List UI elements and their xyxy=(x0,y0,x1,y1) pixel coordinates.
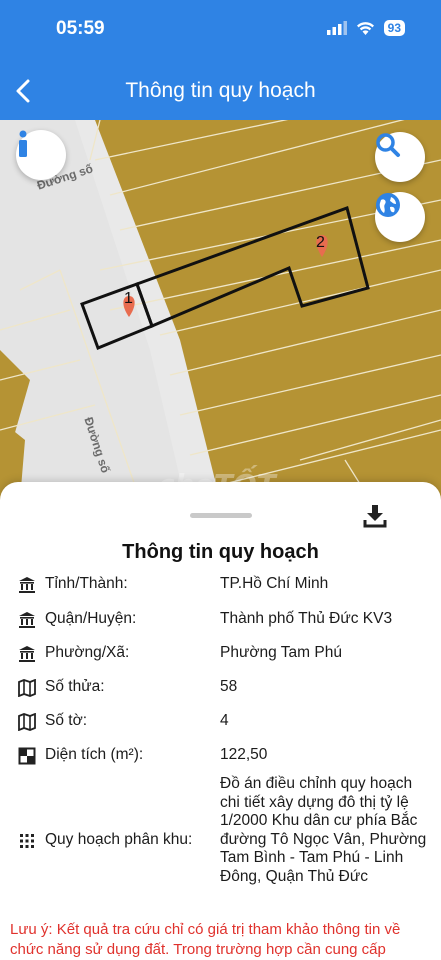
row-label: Quận/Huyện: xyxy=(45,610,137,627)
row-label: Diện tích (m²): xyxy=(45,746,144,763)
row-value: TP.Hồ Chí Minh xyxy=(220,575,329,592)
globe-icon xyxy=(376,193,400,217)
area-icon xyxy=(18,747,36,765)
signal-icon xyxy=(326,21,347,35)
info-button[interactable] xyxy=(16,130,66,180)
battery-badge: 93 xyxy=(383,20,405,36)
search-icon xyxy=(376,133,400,157)
app-header: 05:59 93 Thông tin quy hoạch xyxy=(0,0,441,120)
layers-button[interactable] xyxy=(375,192,425,242)
row-value: 122,50 xyxy=(220,746,268,763)
row-value: Phường Tam Phú xyxy=(220,644,342,661)
row-label: Quy hoạch phân khu: xyxy=(45,831,193,848)
sheet-handle[interactable] xyxy=(190,513,252,518)
status-icons: 93 xyxy=(326,20,405,36)
info-icon xyxy=(19,130,27,157)
row-label: Số thửa: xyxy=(45,678,105,695)
row-value: Đồ án điều chỉnh quy hoạch chi tiết xây … xyxy=(220,775,427,885)
wifi-icon xyxy=(356,22,374,35)
parcel-1-label: 1 xyxy=(124,290,133,307)
map-icon xyxy=(18,679,36,697)
map-icon xyxy=(18,713,36,731)
page-title: Thông tin quy hoạch xyxy=(125,79,316,102)
status-time: 05:59 xyxy=(56,18,105,39)
sheet-title: Thông tin quy hoạch xyxy=(122,541,319,563)
disclaimer-note: Lưu ý: Kết quả tra cứu chỉ có giá trị th… xyxy=(10,921,401,958)
row-label: Phường/Xã: xyxy=(45,644,130,661)
info-sheet: Thông tin quy hoạch Tỉnh/Thành: TP.Hồ Ch… xyxy=(0,482,441,960)
row-value: 58 xyxy=(220,678,238,695)
row-value: Thành phố Thủ Đức KV3 xyxy=(220,610,393,627)
planning-map[interactable]: 1 2 Đường số Đường số xyxy=(0,120,441,500)
search-button[interactable] xyxy=(375,132,425,182)
parcel-2-label: 2 xyxy=(316,234,325,251)
row-label: Tỉnh/Thành: xyxy=(45,575,128,592)
download-icon[interactable] xyxy=(363,503,387,529)
row-value: 4 xyxy=(220,712,229,729)
row-label: Số tờ: xyxy=(45,712,88,729)
bank-icon xyxy=(19,612,35,628)
bank-icon xyxy=(19,646,35,662)
bank-icon xyxy=(19,577,35,593)
grid-dots-icon xyxy=(20,834,34,848)
